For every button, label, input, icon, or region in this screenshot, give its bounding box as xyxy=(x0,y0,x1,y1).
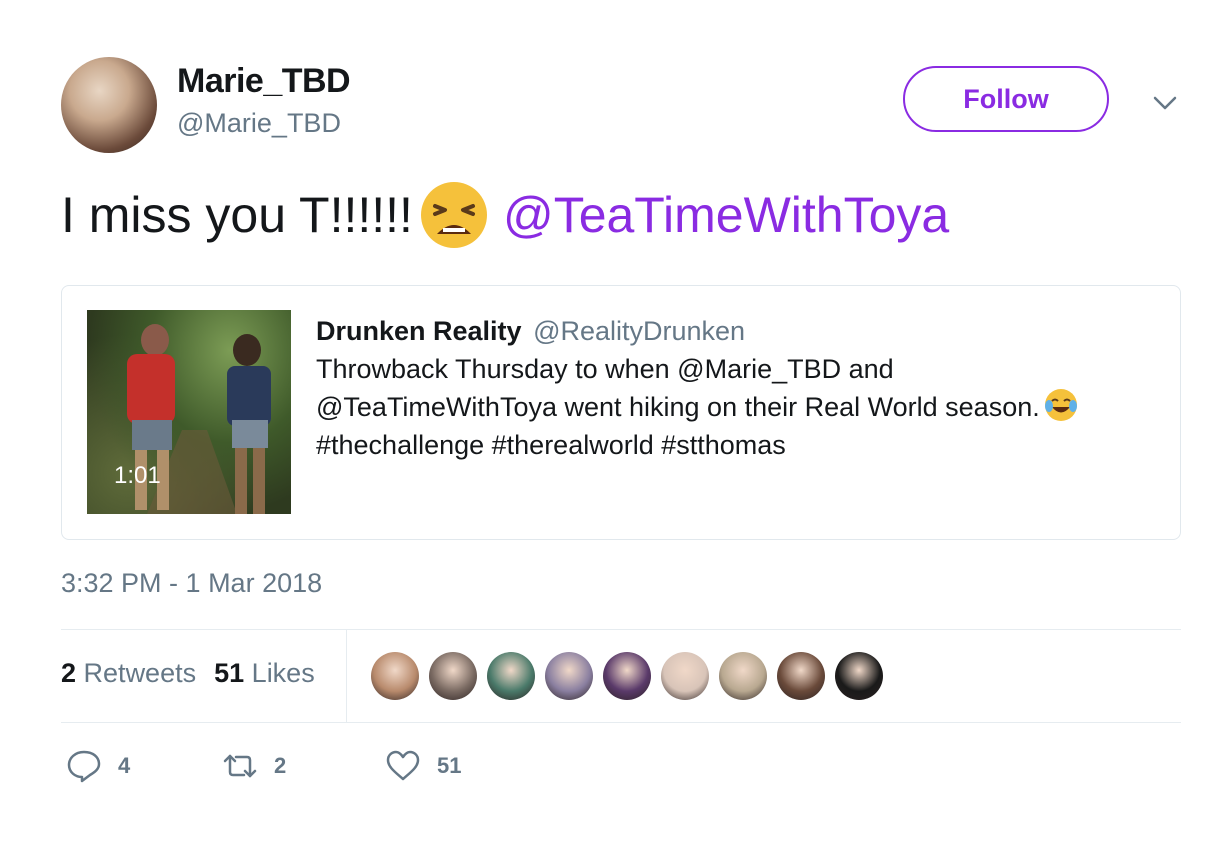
quoted-body-line-1: Throwback Thursday to when @Marie_TBD an… xyxy=(316,354,894,384)
tweet-stats: 2 Retweets 51 Likes xyxy=(61,658,315,689)
liker-avatar[interactable] xyxy=(545,652,593,700)
retweets-stat[interactable]: 2 Retweets xyxy=(61,658,196,688)
liker-avatar[interactable] xyxy=(487,652,535,700)
quoted-body-line-2: @TeaTimeWithToya went hiking on their Re… xyxy=(316,388,1166,426)
quoted-tweet-author: Drunken Reality @RealityDrunken xyxy=(316,316,745,347)
reply-icon xyxy=(67,750,101,783)
likes-count: 51 xyxy=(214,658,245,688)
likes-stat[interactable]: 51 Likes xyxy=(214,658,315,688)
tweet-text: I miss you T!!!!!! @TeaTimeWithToya xyxy=(61,180,949,250)
retweet-action[interactable]: 2 xyxy=(222,748,286,784)
likes-label: Likes xyxy=(251,658,315,688)
reply-count: 4 xyxy=(118,753,131,778)
quoted-author-handle: @RealityDrunken xyxy=(533,316,746,346)
liker-avatar[interactable] xyxy=(835,652,883,700)
tweet-text-body: I miss you T!!!!!! xyxy=(61,187,413,243)
reply-action[interactable]: 4 xyxy=(66,748,130,784)
quoted-tweet-video-thumbnail[interactable]: 1:01 xyxy=(87,310,291,514)
quoted-tweet-body: Throwback Thursday to when @Marie_TBD an… xyxy=(316,350,1166,464)
liker-avatar[interactable] xyxy=(603,652,651,700)
video-duration: 1:01 xyxy=(114,462,161,489)
retweets-count: 2 xyxy=(61,658,77,688)
author-display-name[interactable]: Marie_TBD xyxy=(177,62,351,101)
retweet-icon xyxy=(223,754,257,778)
liker-avatar[interactable] xyxy=(719,652,767,700)
liker-avatar[interactable] xyxy=(661,652,709,700)
retweet-count: 2 xyxy=(274,753,287,778)
like-action[interactable]: 51 xyxy=(385,748,461,784)
tweet-mention-link[interactable]: @TeaTimeWithToya xyxy=(503,181,949,249)
weary-face-icon xyxy=(420,182,487,248)
stats-vertical-divider xyxy=(346,630,347,722)
like-count: 51 xyxy=(437,753,462,778)
tweet-timestamp[interactable]: 3:32 PM - 1 Mar 2018 xyxy=(61,568,322,599)
author-avatar[interactable] xyxy=(61,57,157,153)
retweets-label: Retweets xyxy=(83,658,197,688)
quoted-body-line-2-text: @TeaTimeWithToya went hiking on their Re… xyxy=(316,392,1040,422)
follow-button[interactable]: Follow xyxy=(903,66,1109,132)
divider-bottom xyxy=(61,722,1181,723)
quoted-body-line-3: #thechallenge #therealworld #stthomas xyxy=(316,430,786,460)
face-with-tears-of-joy-icon xyxy=(1044,389,1077,421)
heart-icon xyxy=(386,750,420,781)
divider-top xyxy=(61,629,1181,630)
liker-avatar[interactable] xyxy=(371,652,419,700)
quoted-author-name: Drunken Reality xyxy=(316,316,522,346)
chevron-down-icon[interactable] xyxy=(1150,88,1180,118)
likers-avatar-list xyxy=(371,652,891,700)
liker-avatar[interactable] xyxy=(429,652,477,700)
author-handle[interactable]: @Marie_TBD xyxy=(177,108,341,139)
liker-avatar[interactable] xyxy=(777,652,825,700)
